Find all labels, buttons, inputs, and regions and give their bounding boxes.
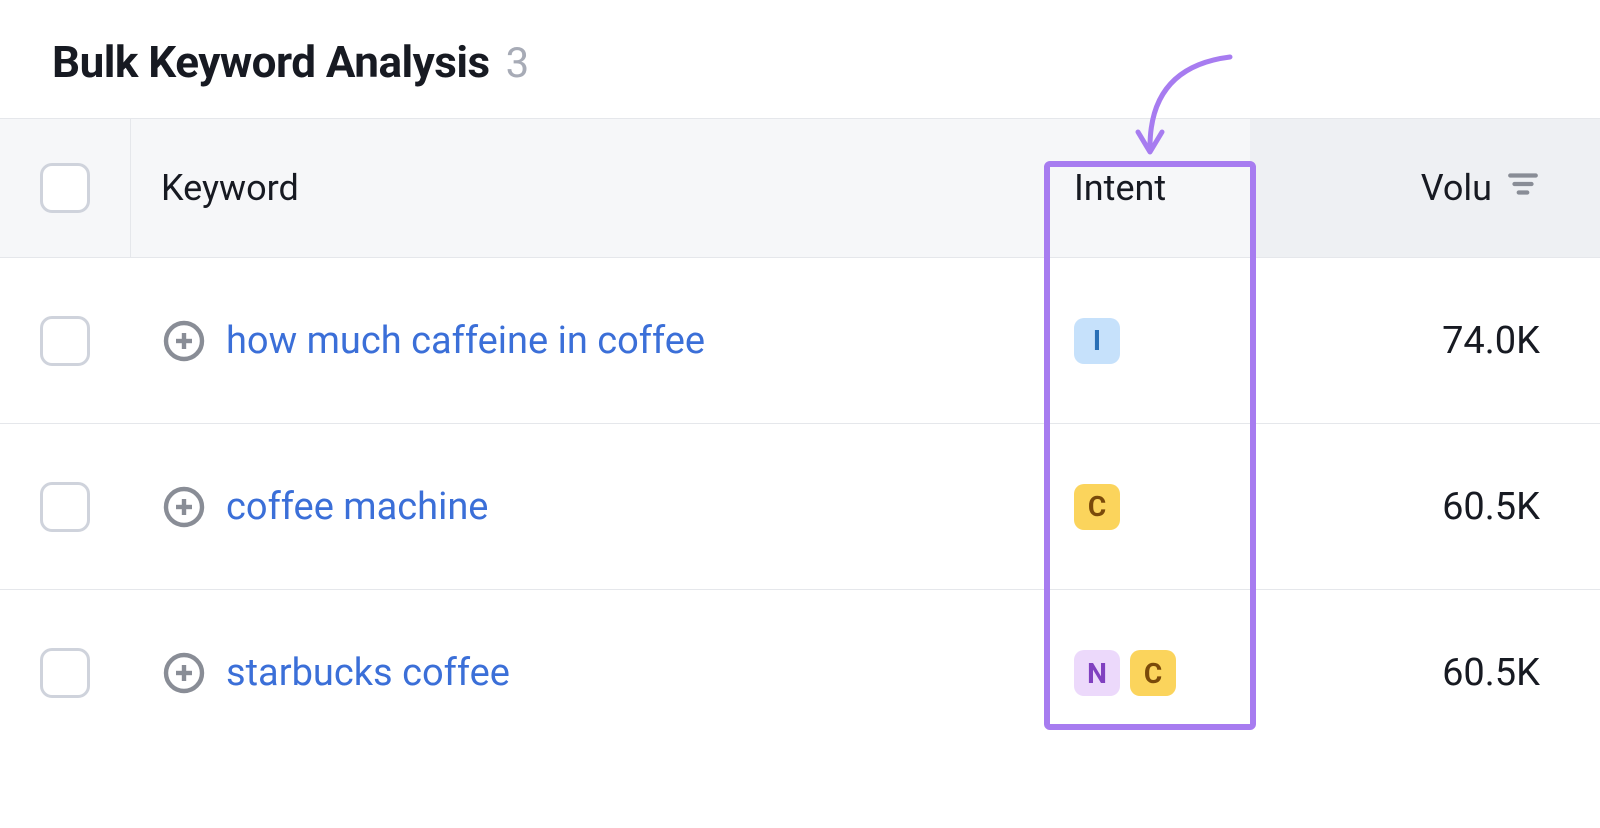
table-row: starbucks coffee NC 60.5K — [0, 590, 1600, 756]
sort-desc-icon — [1506, 167, 1540, 210]
table-row: how much caffeine in coffee I 74.0K — [0, 258, 1600, 424]
column-header-keyword-label: Keyword — [161, 167, 299, 209]
column-header-intent[interactable]: Intent — [1050, 167, 1250, 209]
keyword-link[interactable]: coffee machine — [226, 485, 488, 529]
results-count: 3 — [506, 39, 530, 88]
column-header-volume-label: Volu — [1421, 167, 1492, 209]
expand-icon[interactable] — [160, 649, 208, 697]
row-checkbox[interactable] — [40, 316, 90, 366]
intent-badge-i[interactable]: I — [1074, 318, 1120, 364]
intent-cell: I — [1050, 318, 1250, 364]
intent-cell: NC — [1050, 650, 1250, 696]
expand-icon[interactable] — [160, 483, 208, 531]
keyword-link[interactable]: how much caffeine in coffee — [226, 319, 705, 363]
select-all-checkbox[interactable] — [40, 163, 90, 213]
volume-value: 60.5K — [1442, 485, 1540, 529]
column-header-keyword[interactable]: Keyword — [130, 119, 1050, 257]
row-checkbox[interactable] — [40, 648, 90, 698]
table-row: coffee machine C 60.5K — [0, 424, 1600, 590]
intent-badge-c[interactable]: C — [1074, 484, 1120, 530]
intent-badge-n[interactable]: N — [1074, 650, 1120, 696]
row-checkbox[interactable] — [40, 482, 90, 532]
intent-badge-c[interactable]: C — [1130, 650, 1176, 696]
keyword-link[interactable]: starbucks coffee — [226, 651, 510, 695]
expand-icon[interactable] — [160, 317, 208, 365]
column-header-volume[interactable]: Volu — [1250, 119, 1600, 257]
table-header-row: Keyword Intent Volu — [0, 118, 1600, 258]
intent-cell: C — [1050, 484, 1250, 530]
volume-value: 74.0K — [1442, 319, 1540, 363]
volume-value: 60.5K — [1442, 651, 1540, 695]
page-title-text: Bulk Keyword Analysis — [52, 36, 490, 88]
page-title: Bulk Keyword Analysis 3 — [0, 0, 1600, 118]
column-header-intent-label: Intent — [1074, 167, 1166, 209]
